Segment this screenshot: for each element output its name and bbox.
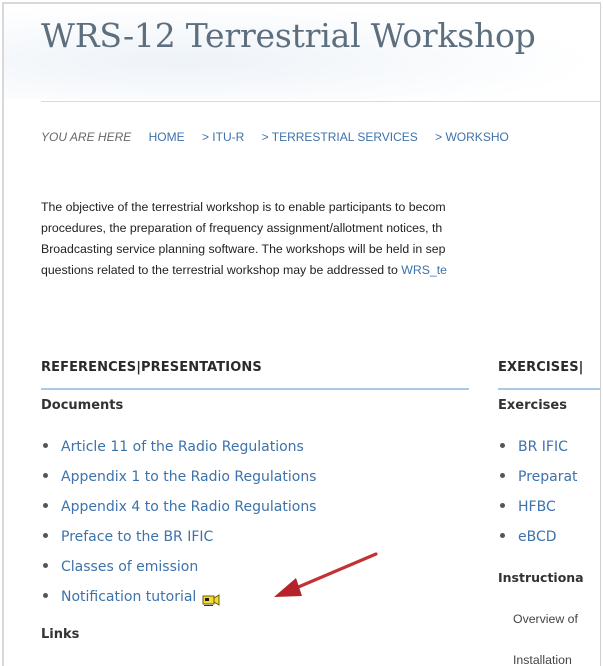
red-arrow-icon <box>274 552 378 597</box>
page-frame: WRS-12 Terrestrial Workshop YOU ARE HERE… <box>2 2 601 666</box>
